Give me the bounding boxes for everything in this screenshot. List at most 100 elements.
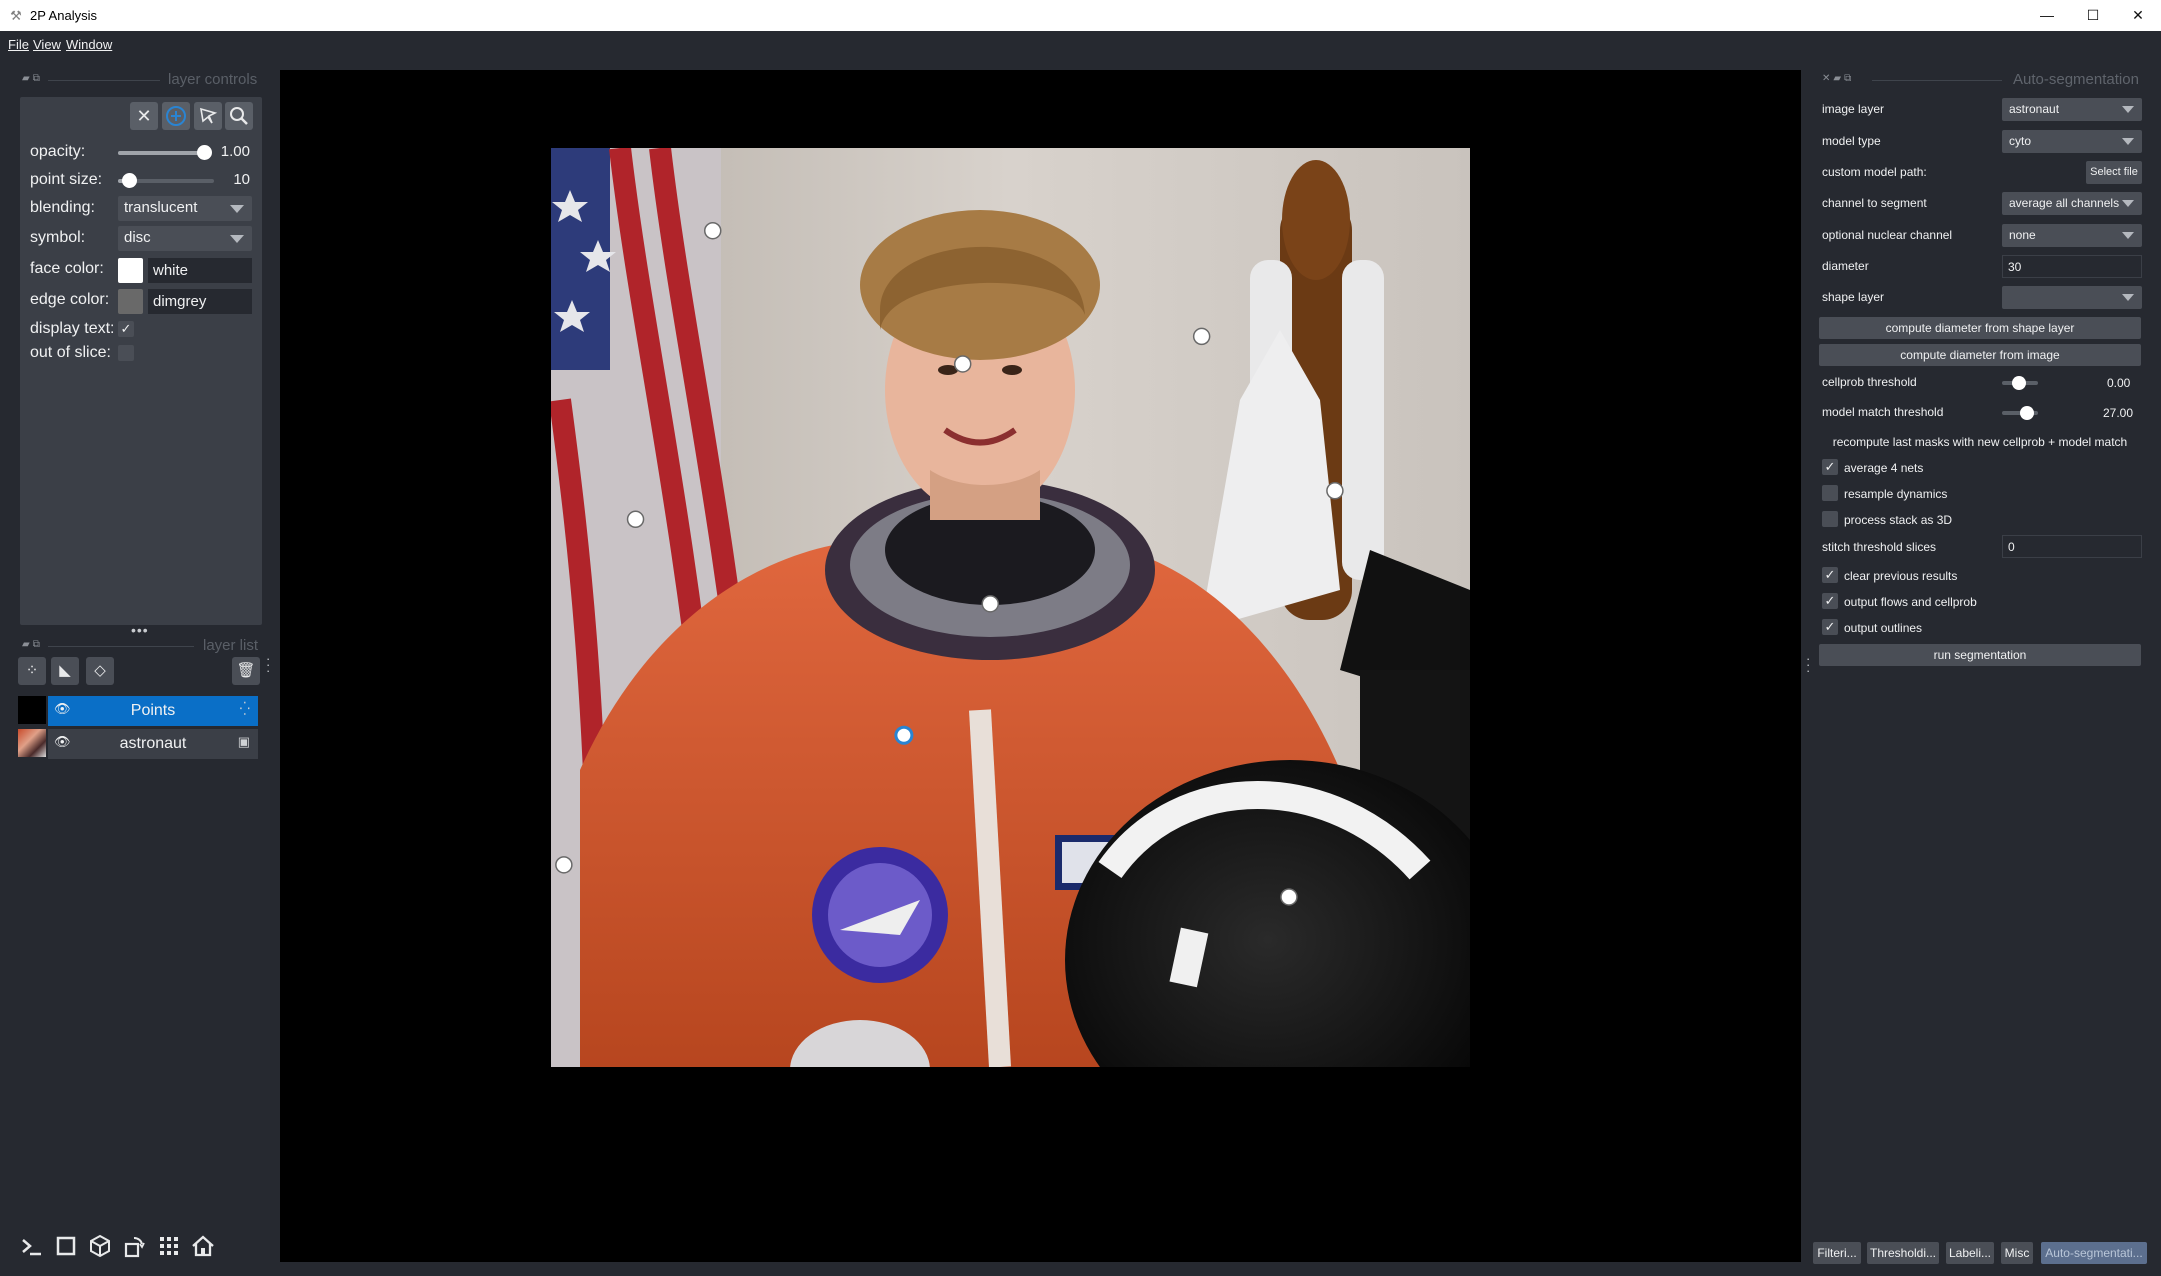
compute-diameter-image-button[interactable]: compute diameter from image (1819, 344, 2141, 366)
menu-file[interactable]: File (8, 37, 29, 52)
tab-thresholding[interactable]: Thresholdi... (1867, 1242, 1939, 1264)
point-size-label: point size: (30, 171, 103, 188)
app-icon: ⚒ (10, 8, 22, 23)
point-size-slider-handle[interactable] (122, 173, 137, 188)
layer-row-points[interactable]: 👁 Points ⁛ (48, 696, 258, 726)
tab-auto-segmentation[interactable]: Auto-segmentati... (2041, 1242, 2147, 1264)
chevron-down-icon (2122, 232, 2134, 239)
custom-model-path-field[interactable] (2002, 161, 2082, 184)
point-marker[interactable] (626, 510, 645, 529)
process-3d-label: process stack as 3D (1844, 513, 1953, 527)
rotate-icon[interactable] (120, 1232, 148, 1260)
new-shapes-layer-icon[interactable]: ◣ (51, 657, 79, 685)
blending-value: translucent (124, 199, 198, 216)
dock-close-float-icons[interactable]: ✕▰⧉ (1822, 73, 1854, 84)
more-options-icon[interactable]: · · · (266, 652, 272, 677)
diameter-label: diameter (1822, 259, 1869, 273)
grid-icon[interactable] (155, 1232, 183, 1260)
delete-points-icon[interactable]: ✕ (130, 102, 158, 130)
face-color-field[interactable]: white (148, 258, 252, 283)
opacity-slider[interactable] (118, 145, 212, 160)
layer-row-astronaut[interactable]: 👁 astronaut ▣ (48, 729, 258, 759)
symbol-value: disc (124, 229, 151, 246)
menu-window[interactable]: Window (66, 37, 112, 52)
select-icon[interactable] (194, 102, 222, 130)
clear-previous-checkbox[interactable]: ✓ (1822, 567, 1838, 583)
edge-color-swatch[interactable] (118, 289, 143, 314)
menu-bar: File View Window (0, 31, 2161, 58)
point-marker[interactable] (1326, 482, 1344, 500)
model-type-label: model type (1822, 134, 1881, 148)
point-marker[interactable] (703, 221, 722, 240)
cellprob-slider-handle[interactable] (2012, 376, 2026, 390)
run-segmentation-button[interactable]: run segmentation (1819, 644, 2141, 666)
close-button[interactable]: ✕ (2115, 0, 2161, 31)
recompute-masks-button[interactable]: recompute last masks with new cellprob +… (1819, 435, 2141, 449)
face-color-label: face color: (30, 260, 104, 277)
face-color-swatch[interactable] (118, 258, 143, 283)
output-outlines-checkbox[interactable]: ✓ (1822, 619, 1838, 635)
point-marker[interactable] (953, 355, 972, 373)
viewer-canvas[interactable] (280, 70, 1801, 1262)
image-layer-select[interactable]: astronaut (2002, 98, 2142, 121)
output-flows-checkbox[interactable]: ✓ (1822, 593, 1838, 609)
splitter-handle[interactable]: · · · (1806, 652, 1812, 677)
minimize-button[interactable]: — (2024, 0, 2070, 31)
image-layer-label: image layer (1822, 102, 1885, 116)
channel-to-segment-value: average all channels (2009, 196, 2120, 210)
layer-name: astronaut (119, 735, 187, 752)
display-text-checkbox[interactable]: ✓ (118, 321, 134, 337)
tab-filtering[interactable]: Filteri... (1813, 1242, 1861, 1264)
console-icon[interactable] (17, 1232, 45, 1260)
point-marker[interactable] (894, 725, 914, 745)
output-outlines-label: output outlines (1844, 621, 1923, 635)
process-3d-checkbox[interactable] (1822, 511, 1838, 527)
opacity-slider-handle[interactable] (197, 145, 212, 160)
point-marker[interactable] (1192, 327, 1211, 346)
point-size-value: 10 (233, 171, 250, 188)
shape-layer-select[interactable] (2002, 286, 2142, 309)
square-icon[interactable] (52, 1232, 80, 1260)
maximize-button[interactable]: ☐ (2070, 0, 2116, 31)
cube-icon[interactable] (86, 1232, 114, 1260)
new-labels-layer-icon[interactable]: ◇ (86, 657, 114, 685)
stitch-threshold-field[interactable]: 0 (2002, 535, 2142, 558)
layer-name: Points (130, 702, 176, 719)
splitter-handle[interactable]: ••• (131, 622, 149, 638)
resample-dynamics-checkbox[interactable] (1822, 485, 1838, 501)
model-match-threshold-slider[interactable] (2002, 406, 2038, 420)
zoom-icon[interactable] (225, 102, 253, 130)
edge-color-field[interactable]: dimgrey (148, 289, 252, 314)
point-marker[interactable] (555, 856, 573, 874)
add-point-icon[interactable] (162, 102, 190, 130)
cellprob-threshold-slider[interactable] (2002, 376, 2038, 390)
clear-previous-label: clear previous results (1844, 569, 1958, 583)
tab-labeling[interactable]: Labeli... (1946, 1242, 1994, 1264)
auto-seg-title: Auto-segmentation (2013, 71, 2139, 88)
blending-select[interactable]: translucent (118, 196, 252, 221)
select-file-button[interactable]: Select file (2086, 161, 2142, 184)
menu-view[interactable]: View (33, 37, 61, 52)
compute-diameter-shape-button[interactable]: compute diameter from shape layer (1819, 317, 2141, 339)
average-4-nets-label: average 4 nets (1844, 461, 1924, 475)
point-marker[interactable] (1280, 888, 1298, 906)
home-icon[interactable] (189, 1232, 217, 1260)
model-match-slider-handle[interactable] (2020, 406, 2034, 420)
model-match-threshold-value: 27.00 (2103, 406, 2134, 420)
blending-label: blending: (30, 199, 95, 216)
symbol-select[interactable]: disc (118, 226, 252, 251)
tab-misc[interactable]: Misc (2001, 1242, 2033, 1264)
dock-float-icons[interactable]: ▰⧉ (22, 73, 43, 84)
diameter-field[interactable]: 30 (2002, 255, 2142, 278)
out-of-slice-checkbox[interactable] (118, 345, 134, 361)
model-type-select[interactable]: cyto (2002, 130, 2142, 153)
nuclear-channel-select[interactable]: none (2002, 224, 2142, 247)
average-4-nets-checkbox[interactable]: ✓ (1822, 459, 1838, 475)
point-size-slider[interactable] (118, 173, 214, 188)
point-marker[interactable] (981, 595, 1000, 613)
chevron-down-icon (2122, 106, 2134, 113)
dock-float-icons[interactable]: ▰⧉ (22, 639, 43, 650)
delete-layer-icon[interactable]: 🗑 (232, 657, 260, 685)
channel-to-segment-select[interactable]: average all channels (2002, 192, 2142, 215)
new-points-layer-icon[interactable]: ⁘ (18, 657, 46, 685)
